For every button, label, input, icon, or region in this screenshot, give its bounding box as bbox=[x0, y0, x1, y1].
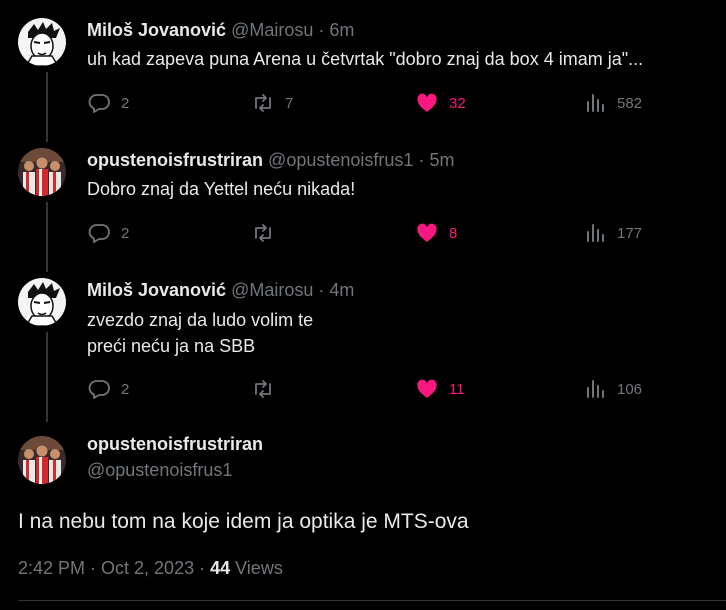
author-handle[interactable]: @Mairosu bbox=[231, 20, 313, 40]
heart-icon bbox=[417, 379, 437, 398]
tweet-text: zvezdo znaj da ludo volim te preći neću … bbox=[87, 310, 314, 356]
tweet-text: uh kad zapeva puna Arena u četvrtak "dob… bbox=[87, 49, 644, 69]
tweet-header: opustenoisfrustriran @opustenoisfrus1 · … bbox=[87, 148, 454, 172]
like-button[interactable]: 8 bbox=[415, 221, 457, 245]
retweet-icon bbox=[255, 380, 271, 398]
retweet-icon bbox=[255, 94, 271, 112]
views-count: 582 bbox=[617, 94, 643, 112]
tweet-text: I na nebu tom na koje idem ja optika je … bbox=[18, 510, 469, 533]
action-bar: 2 7 32 582 bbox=[87, 91, 662, 115]
views-count: 177 bbox=[617, 224, 643, 242]
divider bbox=[18, 600, 726, 601]
avatar-mairosu[interactable] bbox=[18, 278, 66, 326]
tweet-time[interactable]: 6m bbox=[329, 20, 354, 40]
views-icon bbox=[587, 380, 604, 398]
reply-button[interactable]: 2 bbox=[87, 91, 129, 115]
tweet-time[interactable]: 4m bbox=[329, 280, 354, 300]
like-count: 8 bbox=[449, 224, 458, 242]
author-handle[interactable]: @Mairosu bbox=[231, 280, 313, 300]
tweet-time[interactable]: 5m bbox=[429, 150, 454, 170]
reply-tweet[interactable]: Miloš Jovanović @Mairosu · 4m zvezdo zna… bbox=[0, 278, 726, 408]
author-handle[interactable]: @opustenoisfrus1 bbox=[87, 458, 232, 482]
retweet-button[interactable] bbox=[251, 377, 285, 401]
separator-dot: · bbox=[318, 20, 325, 40]
retweet-count: 7 bbox=[285, 94, 294, 112]
reply-count: 2 bbox=[121, 94, 130, 112]
retweet-button[interactable]: 7 bbox=[251, 91, 293, 115]
separator-dot: · bbox=[318, 280, 325, 300]
like-button[interactable]: 11 bbox=[415, 377, 465, 401]
reply-tweet[interactable]: opustenoisfrustriran @opustenoisfrus1 · … bbox=[0, 148, 726, 258]
heart-icon bbox=[417, 223, 437, 242]
heart-icon bbox=[417, 93, 437, 112]
views-count: 44 bbox=[210, 558, 231, 578]
reply-icon bbox=[88, 224, 110, 243]
views-button[interactable]: 177 bbox=[583, 221, 642, 245]
main-tweet: opustenoisfrustriran @opustenoisfrus1 I … bbox=[0, 432, 726, 610]
views-icon bbox=[587, 224, 604, 242]
views-icon bbox=[587, 94, 604, 112]
action-bar: 2 8 177 bbox=[87, 221, 662, 245]
views-count: 106 bbox=[617, 380, 643, 398]
views-button[interactable]: 582 bbox=[583, 91, 642, 115]
separator-dot: · bbox=[418, 150, 425, 170]
views-label: Views bbox=[230, 558, 283, 578]
retweet-icon bbox=[255, 224, 271, 242]
tweet-meta: 2:42 PM · Oct 2, 2023 · 44 Views bbox=[18, 556, 283, 580]
tweet-header: Miloš Jovanović @Mairosu · 4m bbox=[87, 278, 354, 302]
reply-count: 2 bbox=[121, 224, 130, 242]
author-name[interactable]: opustenoisfrustriran bbox=[87, 432, 263, 456]
reply-icon bbox=[88, 94, 110, 113]
tweet-header: Miloš Jovanović @Mairosu · 6m bbox=[87, 18, 354, 42]
author-handle[interactable]: @opustenoisfrus1 bbox=[268, 150, 413, 170]
retweet-button[interactable] bbox=[251, 221, 285, 245]
tweet-text: Dobro znaj da Yettel neću nikada! bbox=[87, 179, 356, 199]
like-button[interactable]: 32 bbox=[415, 91, 466, 115]
like-count: 32 bbox=[449, 94, 466, 112]
reply-tweet[interactable]: Miloš Jovanović @Mairosu · 6m uh kad zap… bbox=[0, 18, 726, 128]
avatar-opustenoisfrus1[interactable] bbox=[18, 436, 66, 484]
author-name[interactable]: Miloš Jovanović bbox=[87, 280, 226, 300]
action-bar: 2 11 106 bbox=[87, 377, 662, 401]
author-name[interactable]: Miloš Jovanović bbox=[87, 20, 226, 40]
avatar-opustenoisfrus1[interactable] bbox=[18, 148, 66, 196]
views-button[interactable]: 106 bbox=[583, 377, 642, 401]
author-name[interactable]: opustenoisfrustriran bbox=[87, 150, 263, 170]
reply-count: 2 bbox=[121, 380, 130, 398]
like-count: 11 bbox=[449, 380, 465, 398]
reply-button[interactable]: 2 bbox=[87, 377, 129, 401]
tweet-timestamp[interactable]: 2:42 PM · Oct 2, 2023 · bbox=[18, 558, 210, 578]
reply-button[interactable]: 2 bbox=[87, 221, 129, 245]
reply-icon bbox=[88, 380, 110, 399]
avatar-mairosu[interactable] bbox=[18, 18, 66, 66]
